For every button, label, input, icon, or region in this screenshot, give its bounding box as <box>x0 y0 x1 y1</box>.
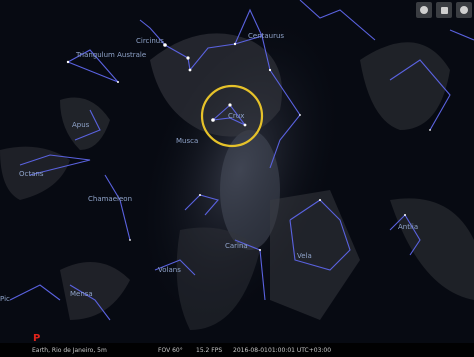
status-bar: Earth, Rio de Janeiro, 5m FOV 60° 15.2 F… <box>0 343 474 357</box>
fov-text: FOV 60° <box>158 347 183 354</box>
label-octans: Octans <box>19 170 44 178</box>
planetarium-view[interactable]: Circinus Centaurus Triangulum Australe C… <box>0 0 474 357</box>
date-text[interactable]: 2016-08-01 <box>233 347 268 354</box>
antlia-art <box>390 198 474 300</box>
time-text[interactable]: 01:00:01 UTC+03:00 <box>268 347 331 354</box>
vela-art <box>270 190 360 320</box>
label-vela: Vela <box>297 252 312 260</box>
label-apus: Apus <box>72 121 90 129</box>
window-controls <box>414 0 474 20</box>
label-volans: Volans <box>158 266 181 274</box>
label-pic: Pic <box>0 295 10 303</box>
label-mensa: Mensa <box>70 290 93 298</box>
label-antlia: Antlia <box>398 223 419 231</box>
serpent-art <box>360 42 450 130</box>
label-chamaeleon: Chamaeleon <box>88 195 132 203</box>
location-text[interactable]: Earth, Rio de Janeiro, 5m <box>32 347 107 354</box>
label-crux: Crux <box>228 112 245 120</box>
label-centaurus: Centaurus <box>248 32 285 40</box>
label-carina: Carina <box>225 242 248 250</box>
fps-text: 15.2 FPS <box>196 347 223 354</box>
label-musca: Musca <box>176 137 199 145</box>
label-circinus: Circinus <box>136 37 164 45</box>
record-icon[interactable] <box>416 2 432 18</box>
fullscreen-icon[interactable] <box>456 2 472 18</box>
sky-canvas[interactable] <box>0 0 474 357</box>
label-triangulum-australe: Triangulum Australe <box>76 51 147 59</box>
window-icon[interactable] <box>436 2 452 18</box>
